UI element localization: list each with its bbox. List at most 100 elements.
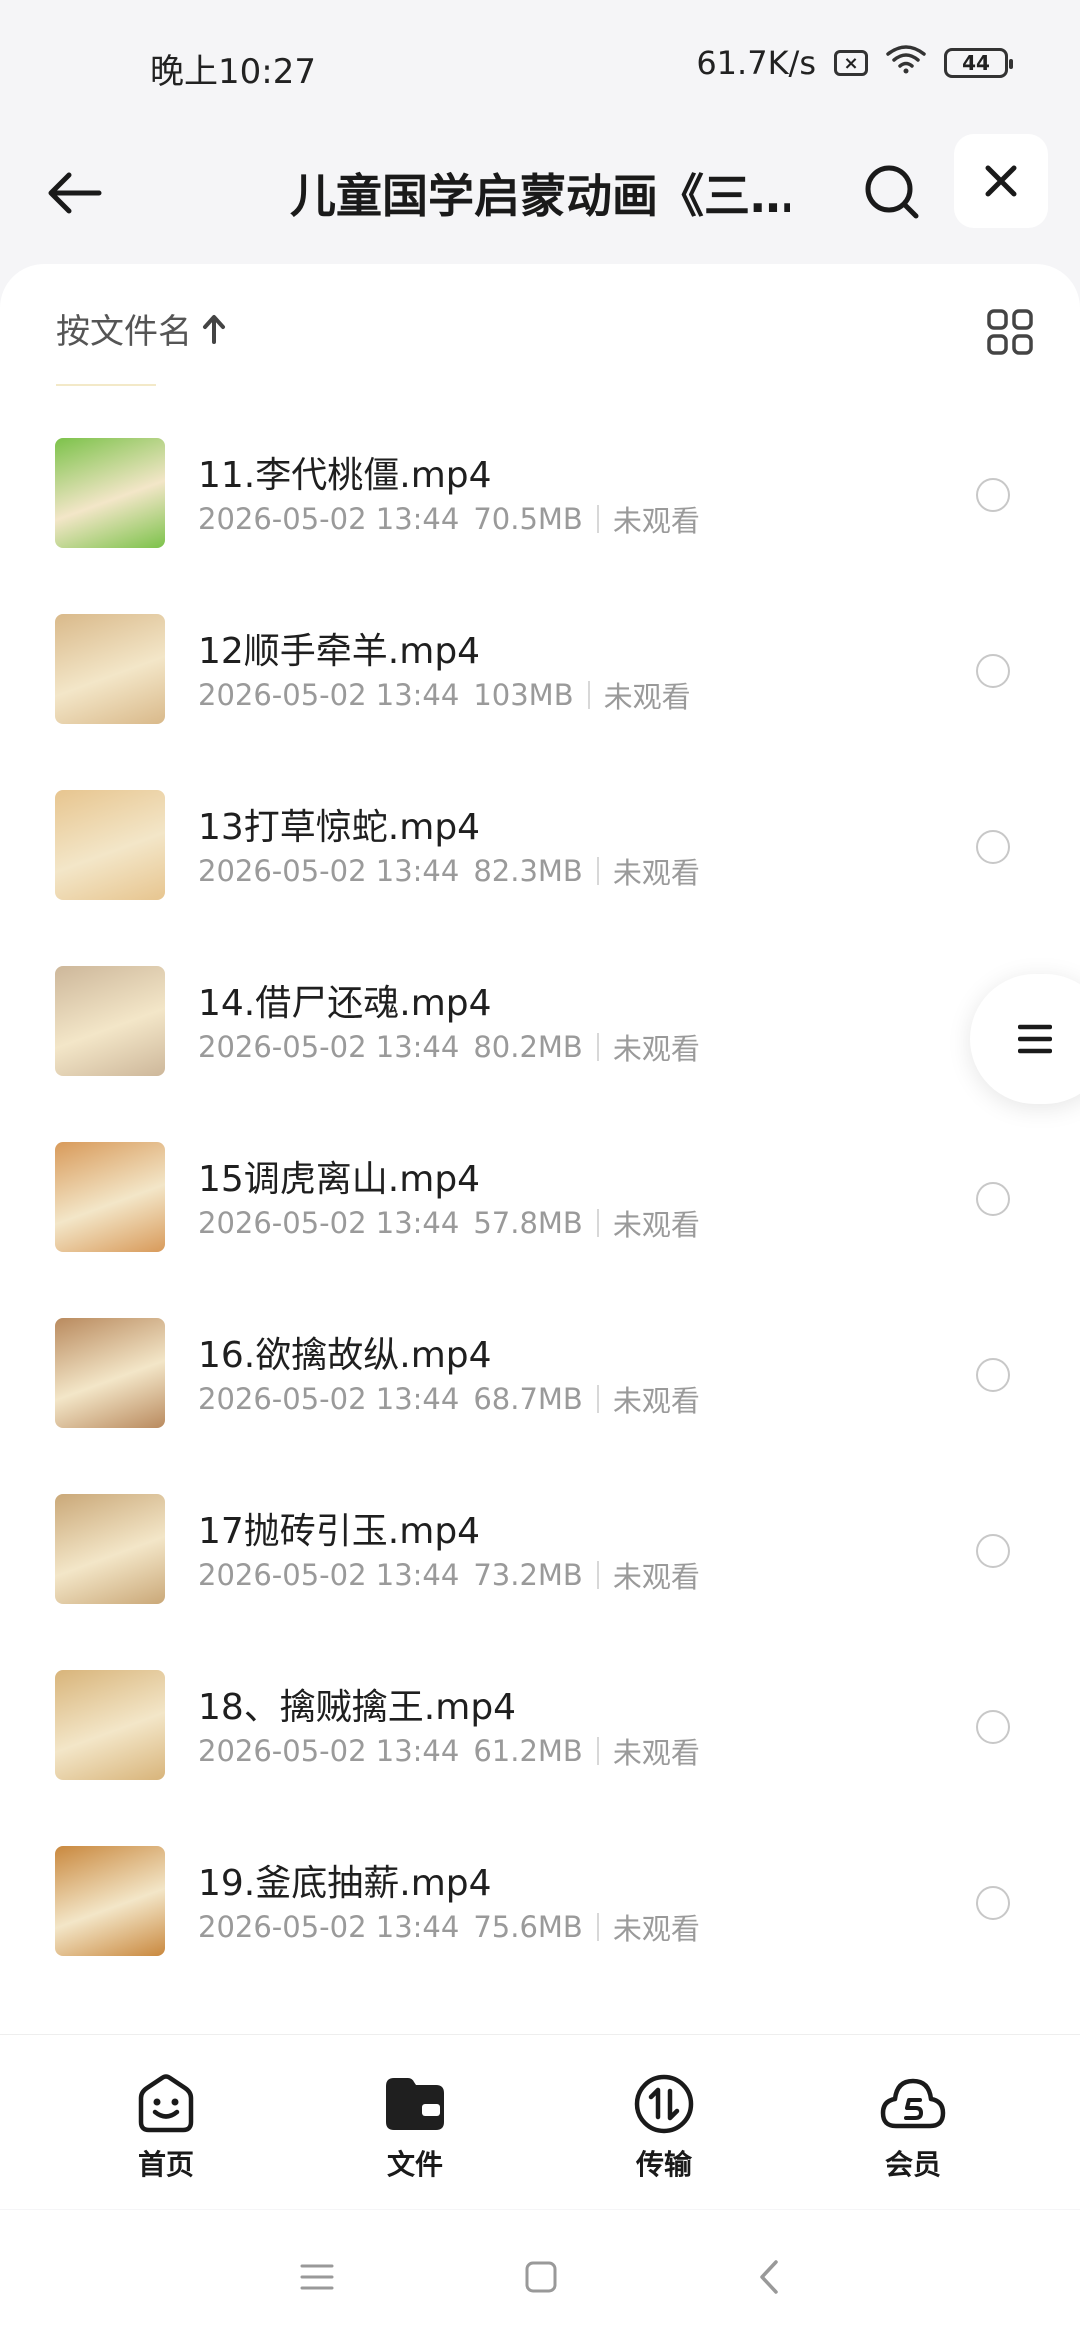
watch-status: 未观看 xyxy=(612,1912,700,1946)
nav-transfer[interactable]: 传输 xyxy=(604,2071,724,2183)
grid-view-icon xyxy=(987,309,1033,355)
system-home-button[interactable] xyxy=(518,2254,564,2300)
watch-status: 未观看 xyxy=(612,1736,700,1770)
file-date: 2026-05-02 13:44 xyxy=(198,1734,460,1768)
sort-label: 按文件名 xyxy=(56,312,192,352)
file-row[interactable]: 12顺手牵羊.mp4 2026-05-02 13:44 103MB 未观看 xyxy=(0,564,1080,740)
file-date: 2026-05-02 13:44 xyxy=(198,1382,460,1416)
search-button[interactable] xyxy=(852,152,932,232)
meta-separator xyxy=(596,1033,599,1061)
file-name: 15调虎离山.mp4 xyxy=(198,1159,481,1200)
status-bar: 晚上10:27 61.7K/s × 44 xyxy=(0,0,1080,130)
file-name: 13打草惊蛇.mp4 xyxy=(198,807,481,848)
file-meta: 2026-05-02 13:44 103MB 未观看 xyxy=(198,674,691,716)
grid-view-button[interactable] xyxy=(978,300,1042,364)
status-indicators: 61.7K/s × 44 xyxy=(696,44,1013,82)
search-icon xyxy=(865,165,919,219)
watch-status: 未观看 xyxy=(612,856,700,890)
file-date: 2026-05-02 13:44 xyxy=(198,1030,460,1064)
video-thumbnail xyxy=(55,438,165,548)
file-row[interactable]: 18、擒贼擒王.mp4 2026-05-02 13:44 61.2MB 未观看 xyxy=(0,1620,1080,1796)
file-size: 73.2MB xyxy=(473,1558,583,1592)
watch-status: 未观看 xyxy=(612,1384,700,1418)
file-date: 2026-05-02 13:44 xyxy=(198,854,460,888)
file-size: 80.2MB xyxy=(473,1030,583,1064)
meta-separator xyxy=(587,681,590,709)
video-thumbnail xyxy=(55,966,165,1076)
nav-files[interactable]: 文件 xyxy=(355,2071,475,2183)
select-radio[interactable] xyxy=(976,478,1010,512)
file-name: 18、擒贼擒王.mp4 xyxy=(198,1687,517,1728)
file-meta: 2026-05-02 13:44 70.5MB 未观看 xyxy=(198,498,700,540)
file-size: 103MB xyxy=(473,678,574,712)
system-home-icon xyxy=(525,2261,557,2293)
bottom-nav: 首页 文件 传输 会员 xyxy=(0,2034,1080,2209)
file-row[interactable]: 13打草惊蛇.mp4 2026-05-02 13:44 82.3MB 未观看 xyxy=(0,740,1080,916)
arrow-left-icon xyxy=(48,172,102,214)
watch-status: 未观看 xyxy=(612,1560,700,1594)
status-time: 晚上10:27 xyxy=(150,52,316,92)
file-row[interactable]: 11.李代桃僵.mp4 2026-05-02 13:44 70.5MB 未观看 xyxy=(0,388,1080,564)
meta-separator xyxy=(596,1737,599,1765)
arrow-up-icon xyxy=(203,314,225,344)
file-size: 68.7MB xyxy=(473,1382,583,1416)
select-radio[interactable] xyxy=(976,1182,1010,1216)
nav-vip[interactable]: 会员 xyxy=(853,2071,973,2183)
page-title: 儿童国学启蒙动画《三… xyxy=(290,169,790,223)
watch-status: 未观看 xyxy=(612,1208,700,1242)
wifi-icon xyxy=(886,44,926,82)
video-thumbnail xyxy=(55,1318,165,1428)
sort-control[interactable]: 按文件名 xyxy=(56,304,226,353)
file-row[interactable]: 16.欲擒故纵.mp4 2026-05-02 13:44 68.7MB 未观看 xyxy=(0,1268,1080,1444)
video-thumbnail xyxy=(55,790,165,900)
meta-separator xyxy=(596,1385,599,1413)
select-radio[interactable] xyxy=(976,1886,1010,1920)
close-icon xyxy=(985,165,1017,197)
file-meta: 2026-05-02 13:44 61.2MB 未观看 xyxy=(198,1730,700,1772)
network-speed: 61.7K/s xyxy=(696,44,816,82)
menu-lines-icon xyxy=(1018,1024,1052,1054)
file-size: 82.3MB xyxy=(473,854,583,888)
video-thumbnail xyxy=(55,1846,165,1956)
home-smile-icon xyxy=(133,2071,199,2137)
system-back-icon xyxy=(760,2260,778,2294)
select-radio[interactable] xyxy=(976,1534,1010,1568)
file-name: 11.李代桃僵.mp4 xyxy=(198,455,492,496)
file-row[interactable]: 15调虎离山.mp4 2026-05-02 13:44 57.8MB 未观看 xyxy=(0,1092,1080,1268)
file-meta: 2026-05-02 13:44 80.2MB 未观看 xyxy=(198,1026,700,1068)
select-radio[interactable] xyxy=(976,830,1010,864)
system-back-button[interactable] xyxy=(746,2254,792,2300)
file-meta: 2026-05-02 13:44 75.6MB 未观看 xyxy=(198,1906,700,1948)
file-size: 57.8MB xyxy=(473,1206,583,1240)
file-name: 19.釜底抽薪.mp4 xyxy=(198,1863,492,1904)
file-name: 14.借尸还魂.mp4 xyxy=(198,983,492,1024)
meta-separator xyxy=(596,1561,599,1589)
sim-off-icon: × xyxy=(834,50,868,76)
file-date: 2026-05-02 13:44 xyxy=(198,1558,460,1592)
file-name: 16.欲擒故纵.mp4 xyxy=(198,1335,492,1376)
watch-status: 未观看 xyxy=(612,504,700,538)
file-meta: 2026-05-02 13:44 57.8MB 未观看 xyxy=(198,1202,700,1244)
file-browser-screen: 晚上10:27 61.7K/s × 44 儿童国学启蒙动画《三… 按文件名 11… xyxy=(0,0,1080,2340)
folder-icon xyxy=(382,2071,448,2137)
file-meta: 2026-05-02 13:44 82.3MB 未观看 xyxy=(198,850,700,892)
select-radio[interactable] xyxy=(976,654,1010,688)
select-radio[interactable] xyxy=(976,1710,1010,1744)
nav-home[interactable]: 首页 xyxy=(106,2071,226,2183)
file-size: 61.2MB xyxy=(473,1734,583,1768)
nav-label-transfer: 传输 xyxy=(635,2148,692,2181)
file-meta: 2026-05-02 13:44 73.2MB 未观看 xyxy=(198,1554,700,1596)
select-radio[interactable] xyxy=(976,1358,1010,1392)
file-name: 12顺手牵羊.mp4 xyxy=(198,631,481,672)
transfer-icon xyxy=(631,2071,697,2137)
file-row[interactable]: 17抛砖引玉.mp4 2026-05-02 13:44 73.2MB 未观看 xyxy=(0,1444,1080,1620)
file-row[interactable]: 14.借尸还魂.mp4 2026-05-02 13:44 80.2MB 未观看 xyxy=(0,916,1080,1092)
watch-status: 未观看 xyxy=(612,1032,700,1066)
video-thumbnail xyxy=(55,1670,165,1780)
video-thumbnail xyxy=(55,614,165,724)
watch-status: 未观看 xyxy=(603,680,691,714)
file-row[interactable]: 19.釜底抽薪.mp4 2026-05-02 13:44 75.6MB 未观看 xyxy=(0,1796,1080,1972)
back-button[interactable] xyxy=(40,158,110,228)
system-menu-button[interactable] xyxy=(294,2254,340,2300)
close-button[interactable] xyxy=(954,134,1048,228)
